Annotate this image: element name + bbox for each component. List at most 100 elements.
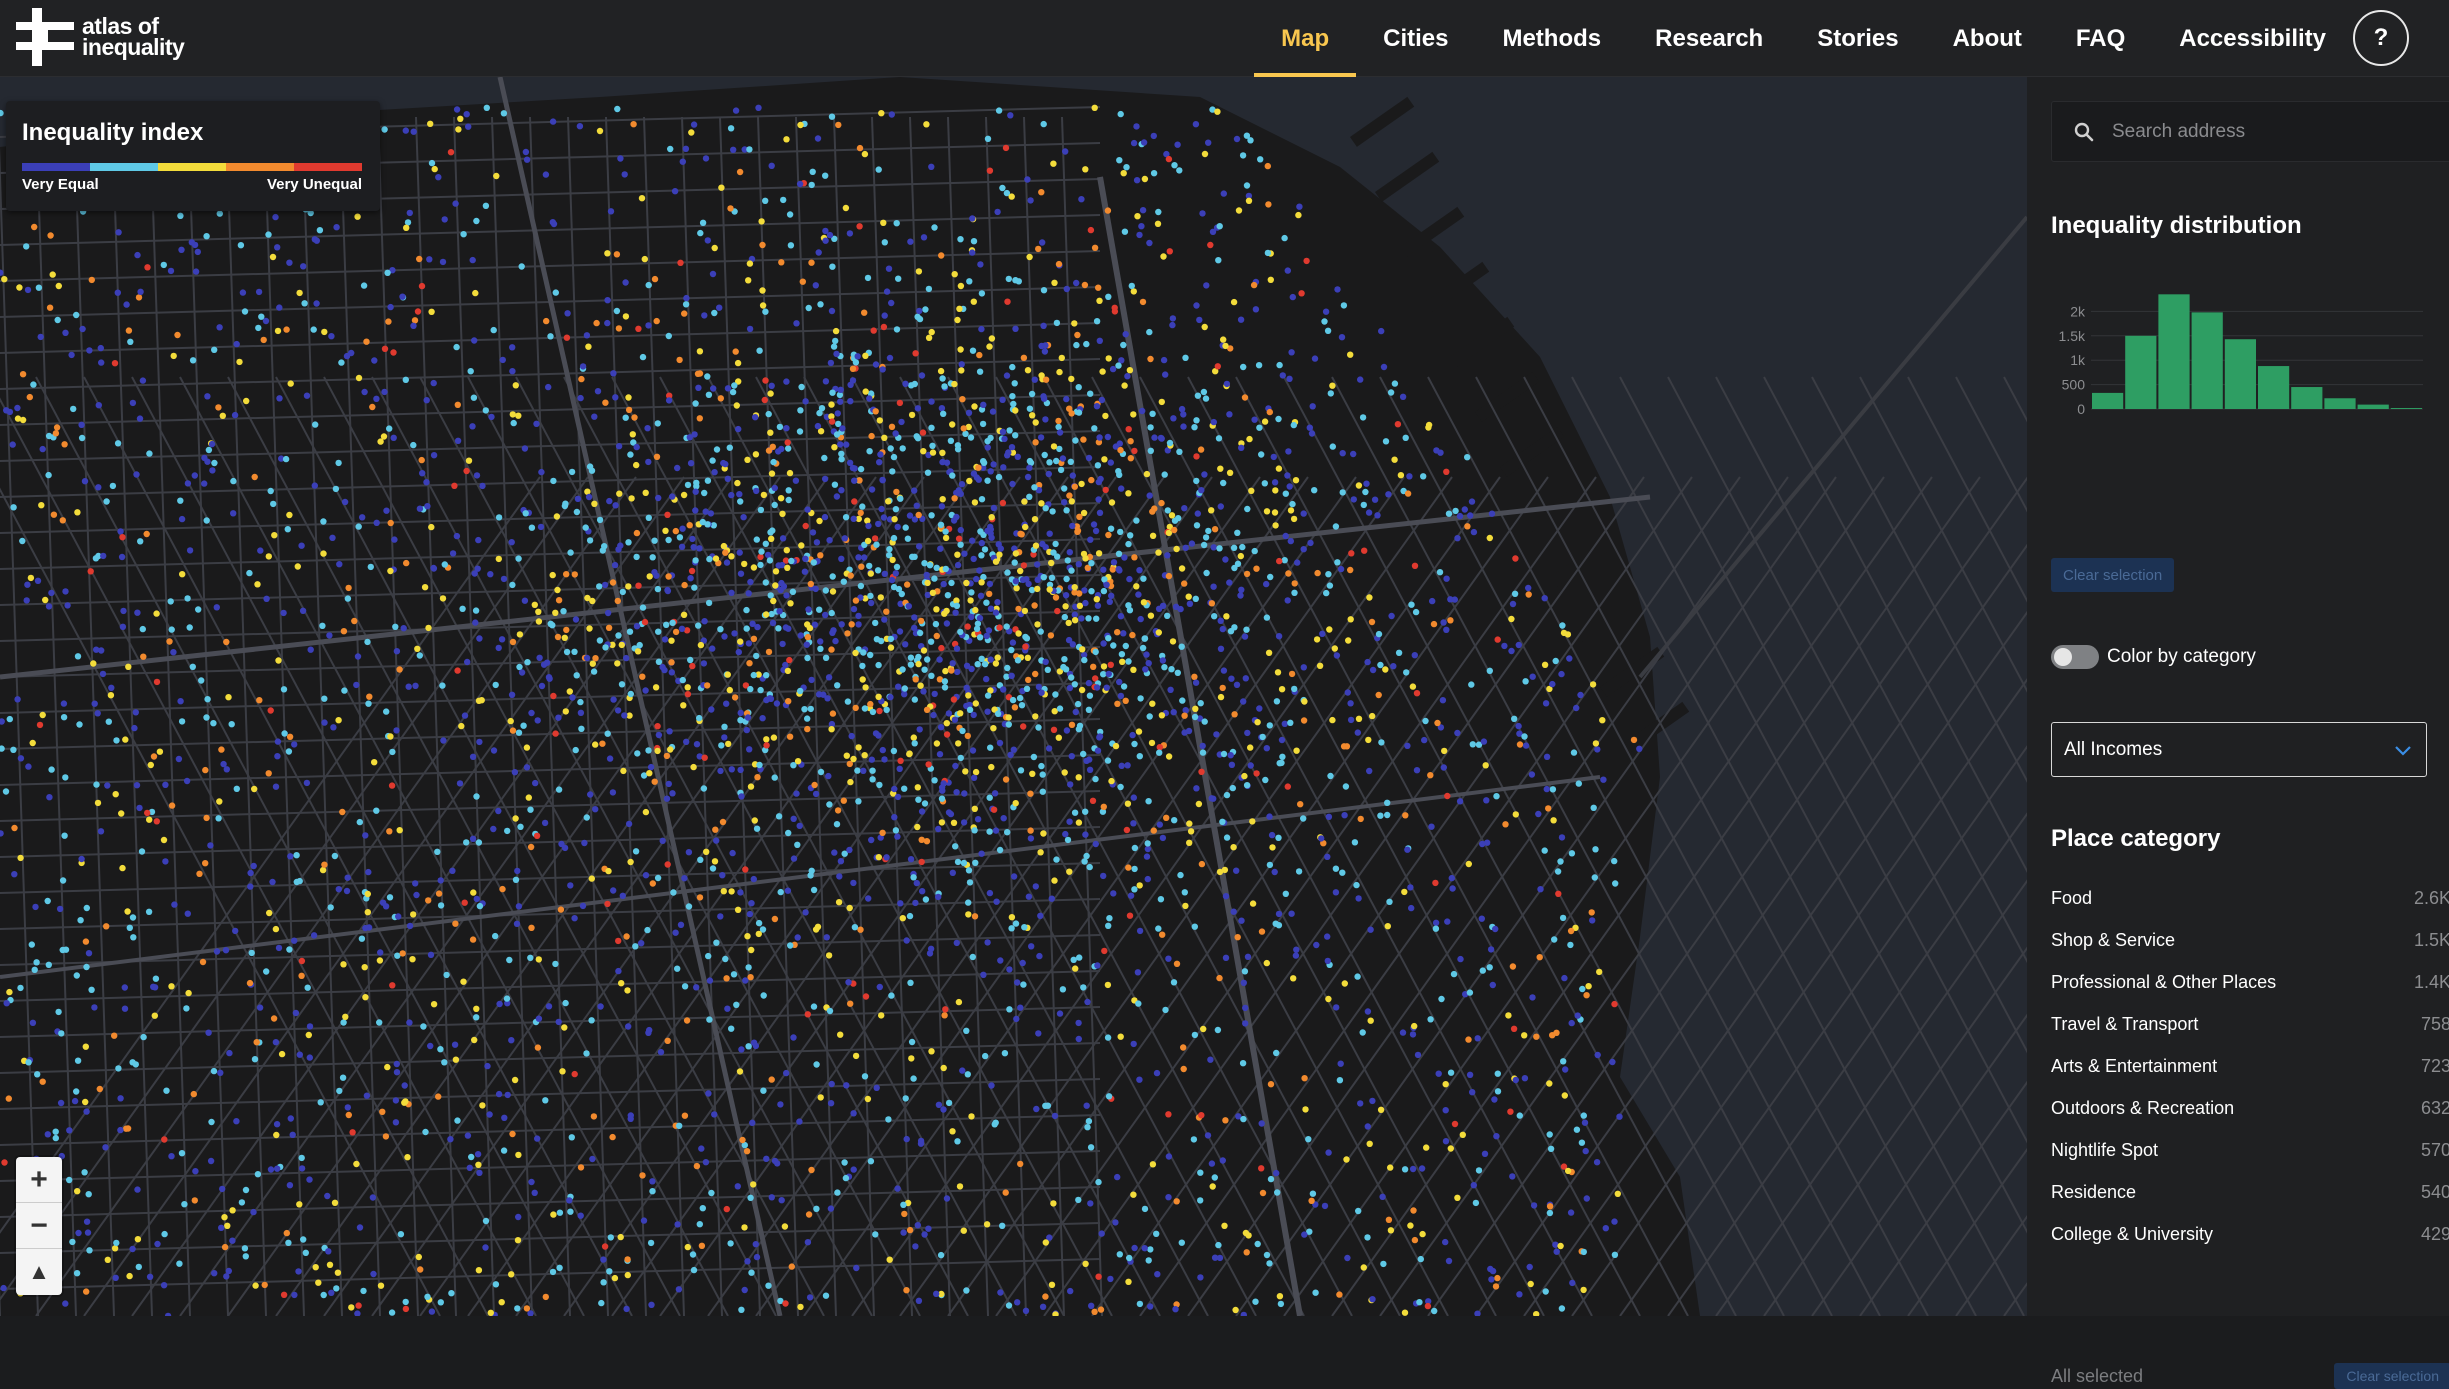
place-dot — [1217, 645, 1225, 652]
place-dot — [1314, 569, 1321, 577]
place-dot — [452, 200, 459, 207]
place-dot — [431, 165, 438, 173]
place-dot — [77, 917, 84, 924]
place-dot — [1433, 447, 1440, 454]
place-dot — [1447, 617, 1454, 624]
nav-methods[interactable]: Methods — [1475, 0, 1628, 77]
place-dot — [515, 1151, 522, 1159]
category-college-university[interactable]: College & University 429 — [2051, 1213, 2449, 1255]
clear-histogram-selection-button[interactable]: Clear selection — [2051, 558, 2175, 592]
place-dot — [1298, 290, 1305, 297]
place-dot — [1065, 619, 1072, 627]
map-layer[interactable] — [0, 77, 2027, 1316]
place-dot — [840, 578, 847, 585]
inequality-histogram[interactable]: 2k1.5k1k5000 — [2051, 277, 2431, 427]
zoom-in-button[interactable]: + — [16, 1157, 62, 1203]
place-dot — [83, 904, 91, 912]
category-nightlife[interactable]: Nightlife Spot 570 — [2051, 1129, 2449, 1171]
clear-category-selection-button[interactable]: Clear selection — [2334, 1363, 2449, 1389]
place-dot — [1197, 1197, 1204, 1204]
place-dot — [970, 555, 977, 563]
place-dot — [772, 582, 779, 589]
brand-logo[interactable]: atlas of inequality — [16, 8, 185, 66]
nav-map[interactable]: Map — [1254, 0, 1357, 77]
income-select[interactable]: All Incomes — [2051, 722, 2427, 777]
place-dot — [218, 1224, 225, 1232]
place-dot — [911, 740, 918, 747]
place-dot — [1324, 853, 1331, 860]
place-dot — [1039, 540, 1046, 548]
category-arts-entertainment[interactable]: Arts & Entertainment 723 — [2051, 1045, 2449, 1087]
place-dot — [358, 935, 366, 942]
color-by-category-row[interactable]: Color by category — [2051, 645, 2256, 669]
place-dot — [872, 408, 879, 415]
place-dot — [705, 1090, 712, 1097]
place-dot — [834, 807, 842, 814]
category-residence[interactable]: Residence 540 — [2051, 1171, 2449, 1213]
place-dot — [828, 307, 836, 315]
place-dot — [621, 712, 628, 719]
place-dot — [1578, 1139, 1586, 1146]
search-input[interactable] — [2110, 119, 2410, 144]
place-dot — [572, 746, 579, 754]
place-dot — [1110, 559, 1118, 566]
place-dot — [1116, 1251, 1124, 1258]
place-dot — [2, 788, 10, 795]
place-dot — [117, 528, 124, 535]
place-dot — [1263, 959, 1271, 967]
place-dot — [399, 293, 406, 300]
place-dot — [276, 395, 283, 402]
category-shop-service[interactable]: Shop & Service 1.5K — [2051, 919, 2449, 961]
place-dot — [1141, 1245, 1148, 1252]
nav-accessibility[interactable]: Accessibility — [2152, 0, 2353, 77]
category-outdoors-recreation[interactable]: Outdoors & Recreation 632 — [2051, 1087, 2449, 1129]
category-label: College & University — [2051, 1223, 2214, 1244]
place-dot — [1093, 615, 1100, 622]
nav-faq[interactable]: FAQ — [2049, 0, 2152, 77]
place-dot — [119, 623, 127, 630]
place-dot — [412, 880, 419, 887]
place-dot — [867, 592, 874, 600]
category-travel-transport[interactable]: Travel & Transport 758 — [2051, 1003, 2449, 1045]
place-dot — [1045, 470, 1053, 478]
place-dot — [675, 1286, 683, 1293]
place-dot — [1111, 304, 1118, 311]
nav-about[interactable]: About — [1926, 0, 2049, 77]
nav-stories[interactable]: Stories — [1790, 0, 1925, 77]
place-dot — [373, 519, 380, 526]
place-dot — [443, 971, 450, 979]
place-dot — [696, 545, 703, 552]
place-dot — [843, 1082, 850, 1089]
place-dot — [1257, 156, 1264, 163]
place-dot — [1442, 1081, 1449, 1088]
nav-research[interactable]: Research — [1628, 0, 1790, 77]
place-dot — [808, 867, 815, 874]
place-dot — [1494, 1088, 1502, 1095]
place-dot — [280, 609, 287, 617]
place-dot — [1507, 1108, 1514, 1115]
place-dot — [864, 274, 872, 282]
nav-cities[interactable]: Cities — [1356, 0, 1475, 77]
place-dot — [1057, 466, 1065, 474]
zoom-out-button[interactable]: − — [16, 1203, 62, 1249]
place-dot — [947, 810, 955, 818]
place-dot — [611, 1274, 619, 1282]
category-food[interactable]: Food 2.6K — [2051, 877, 2449, 919]
place-dot — [695, 384, 702, 391]
place-dot — [549, 1268, 557, 1276]
search-box[interactable] — [2051, 101, 2449, 162]
place-dot — [1084, 998, 1091, 1006]
help-button[interactable]: ? — [2353, 10, 2409, 66]
map-canvas[interactable] — [0, 77, 2027, 1316]
place-dot — [1273, 1169, 1280, 1177]
category-professional[interactable]: Professional & Other Places 1.4K — [2051, 961, 2449, 1003]
place-dot — [954, 858, 962, 866]
place-dot — [618, 681, 626, 688]
place-dot — [604, 297, 611, 304]
compass-reset-button[interactable]: ▲ — [16, 1249, 62, 1295]
color-by-category-toggle[interactable] — [2051, 645, 2099, 669]
place-dot — [894, 793, 902, 801]
place-dot — [1085, 679, 1093, 687]
place-dot — [734, 906, 742, 913]
place-dot — [1201, 718, 1208, 725]
